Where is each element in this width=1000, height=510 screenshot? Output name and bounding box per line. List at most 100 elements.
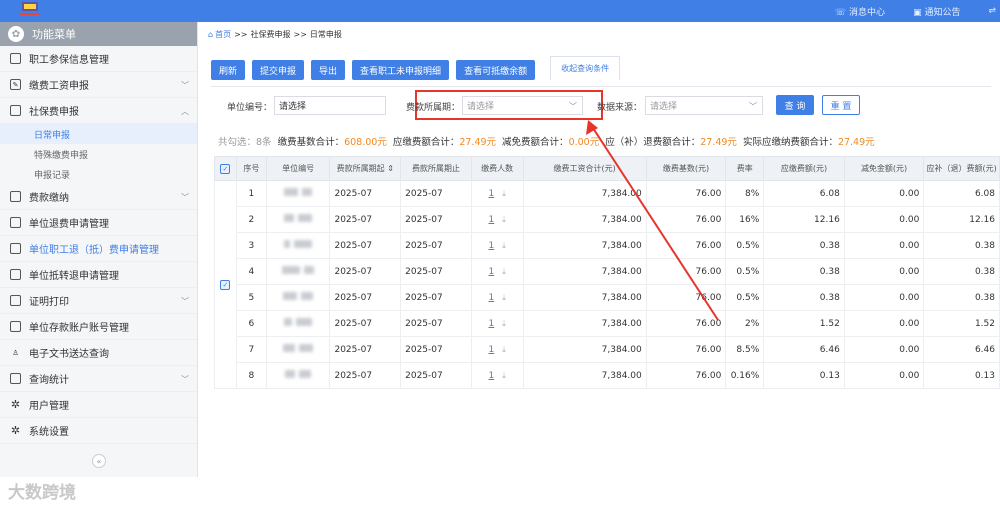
list-icon — [10, 269, 21, 280]
cell-refund: 12.16 — [923, 206, 1000, 233]
view-offset-balance-button[interactable]: 查看可抵缴余额 — [456, 60, 536, 80]
sidebar-item-staff-refund[interactable]: 单位职工退（抵）费申请管理 — [0, 236, 197, 262]
query-button[interactable]: 查 询 — [776, 95, 814, 115]
download-icon[interactable]: ⤓ — [502, 241, 506, 250]
edit-icon: ✎ — [10, 79, 21, 90]
count-link[interactable]: 1 — [488, 293, 494, 303]
count-link[interactable]: 1 — [488, 241, 494, 251]
sidebar-item-social-declare[interactable]: 社保费申报 ︿ — [0, 98, 197, 124]
column-header: 序号 — [235, 156, 267, 181]
sidebar-item-offset-refund[interactable]: 单位抵转退申请管理 — [0, 262, 197, 288]
select-all-cell[interactable]: ✓ — [214, 156, 237, 181]
column-header: 缴费基数(元) — [645, 156, 727, 181]
sidebar-item-payment[interactable]: 费款缴纳 ﹀ — [0, 184, 197, 210]
collapse-sidebar-button[interactable]: « — [92, 454, 106, 468]
download-icon[interactable]: ⤓ — [502, 267, 506, 276]
sidebar-item-wage-declare[interactable]: ✎ 缴费工资申报 ﹀ — [0, 72, 197, 98]
count-link[interactable]: 1 — [488, 267, 494, 277]
count-link[interactable]: 1 — [488, 189, 494, 199]
download-icon[interactable]: ⤓ — [502, 189, 506, 198]
cell-base: 76.00 — [645, 284, 727, 311]
sidebar-item-users[interactable]: ✲ 用户管理 — [0, 392, 197, 418]
cell-payable: 12.16 — [763, 206, 845, 233]
sidebar-item-label: 证明打印 — [29, 297, 69, 308]
period-select[interactable]: 请选择 ﹀ — [462, 96, 583, 115]
source-select[interactable]: 请选择 ﹀ — [645, 96, 763, 115]
notice-label: 通知公告 — [924, 7, 961, 18]
cell-period-end: 2025-07 — [400, 232, 472, 259]
sidebar-subitem-special[interactable]: 特殊缴费申报 — [0, 144, 197, 164]
source-placeholder: 请选择 — [650, 102, 678, 112]
download-icon[interactable]: ⤓ — [502, 319, 506, 328]
table-row[interactable]: 8 2025-07 2025-07 1 ⤓ 7,384.00 76.00 0.16% 0.13 0… — [215, 362, 1000, 389]
table-row[interactable]: ✓ 1 2025-07 2025-07 1 ⤓ 7,384.00 76.00 8% 6.08 0.0… — [214, 180, 1000, 389]
cell-wage: 7,384.00 — [522, 180, 647, 207]
cell-base: 76.00 — [645, 310, 727, 337]
sidebar-subitem-daily[interactable]: 日常申报 — [0, 124, 197, 144]
cell-rate: 8% — [725, 180, 765, 207]
download-icon[interactable]: ⤓ — [502, 293, 506, 302]
breadcrumb-separator: >> — [293, 30, 307, 39]
sidebar-item-bank-account[interactable]: 单位存款账户账号管理 — [0, 314, 197, 340]
table-row[interactable]: 6 2025-07 2025-07 1 ⤓ 7,384.00 76.00 2% 1.52 0.00… — [215, 310, 1000, 337]
breadcrumb-social[interactable]: 社保费申报 — [250, 29, 290, 40]
cell-rate: 0.16% — [725, 362, 765, 389]
sidebar-item-refund[interactable]: 单位退费申请管理 — [0, 210, 197, 236]
table-row[interactable]: 4 2025-07 2025-07 1 ⤓ 7,384.00 76.00 0.5% 0.38 0.… — [215, 258, 1000, 285]
sidebar-item-certificate[interactable]: 证明打印 ﹀ — [0, 288, 197, 314]
message-center-link[interactable]: ☏ 消息中心 — [835, 5, 899, 18]
payable-total-value: 27.49元 — [459, 137, 497, 148]
row-select-cell[interactable]: ✓ — [214, 180, 237, 389]
cell-period-end: 2025-07 — [400, 180, 472, 207]
table-row[interactable]: 7 2025-07 2025-07 1 ⤓ 7,384.00 76.00 8.5% 6.46 0.… — [215, 336, 1000, 363]
sidebar-subitem-records[interactable]: 申报记录 — [0, 164, 197, 184]
list-icon — [10, 53, 21, 64]
sidebar-item-e-document[interactable]: ♙ 电子文书送达查询 — [0, 340, 197, 366]
cell-reduction: 0.00 — [843, 310, 925, 337]
cell-rate: 0.5% — [725, 284, 765, 311]
refresh-button[interactable]: 刷新 — [211, 60, 246, 80]
cell-unit-code-masked — [265, 206, 331, 233]
view-unreported-button[interactable]: 查看职工未申报明细 — [352, 60, 450, 80]
count-link[interactable]: 1 — [488, 371, 494, 381]
sidebar-item-label: 社保费申报 — [29, 107, 79, 118]
count-link[interactable]: 1 — [488, 345, 494, 355]
sort-icon[interactable]: ⇕ — [387, 164, 394, 173]
cell-payable: 0.38 — [763, 258, 845, 285]
cell-no: 5 — [235, 284, 267, 311]
gear-icon: ✲ — [10, 398, 21, 411]
row-checkbox[interactable]: ✓ — [220, 279, 231, 290]
cell-unit-code-masked — [265, 362, 331, 389]
unit-code-field[interactable]: 请选择 — [274, 96, 386, 115]
column-header-sortable[interactable]: 费款所属期起 ⇕ — [329, 156, 402, 181]
cell-wage: 7,384.00 — [522, 362, 647, 389]
reset-button[interactable]: 重 置 — [822, 95, 860, 115]
column-header: 费款所属期止 — [400, 156, 472, 181]
home-icon[interactable]: ⌂ — [208, 30, 213, 39]
cell-rate: 16% — [725, 206, 765, 233]
column-header: 应补（退）费额(元) — [923, 156, 1000, 181]
select-all-checkbox[interactable]: ✓ — [220, 163, 231, 174]
calendar-icon — [10, 191, 21, 202]
download-icon[interactable]: ⤓ — [502, 371, 506, 380]
sidebar-item-statistics[interactable]: 查询统计 ﹀ — [0, 366, 197, 392]
collapse-query-tab[interactable]: 收起查询条件 — [550, 56, 621, 80]
column-header: 费率 — [725, 156, 765, 181]
sidebar-item-insured-info[interactable]: 职工参保信息管理 — [0, 46, 197, 72]
breadcrumb-home[interactable]: 首页 — [215, 29, 231, 40]
count-link[interactable]: 1 — [488, 319, 494, 329]
table-row[interactable]: 3 2025-07 2025-07 1 ⤓ 7,384.00 76.00 0.5% 0.38 0.… — [215, 232, 1000, 259]
submit-declare-button[interactable]: 提交申报 — [252, 60, 305, 80]
cell-refund: 6.46 — [923, 336, 1000, 363]
column-header: 单位编号 — [265, 156, 331, 181]
notice-link[interactable]: ▣ 通知公告 — [913, 5, 974, 18]
table-row[interactable]: 2 2025-07 2025-07 1 ⤓ 7,384.00 76.00 16% 12.16 0.… — [215, 206, 1000, 233]
download-icon[interactable]: ⤓ — [502, 345, 506, 354]
cell-payable: 6.46 — [763, 336, 845, 363]
menu-toggle-icon[interactable]: ⇌ — [988, 6, 996, 16]
sidebar-item-settings[interactable]: ✲ 系统设置 — [0, 418, 197, 444]
table-row[interactable]: 5 2025-07 2025-07 1 ⤓ 7,384.00 76.00 0.5% 0.38 0.… — [215, 284, 1000, 311]
count-link[interactable]: 1 — [488, 215, 494, 225]
download-icon[interactable]: ⤓ — [502, 215, 506, 224]
export-button[interactable]: 导出 — [311, 60, 346, 80]
